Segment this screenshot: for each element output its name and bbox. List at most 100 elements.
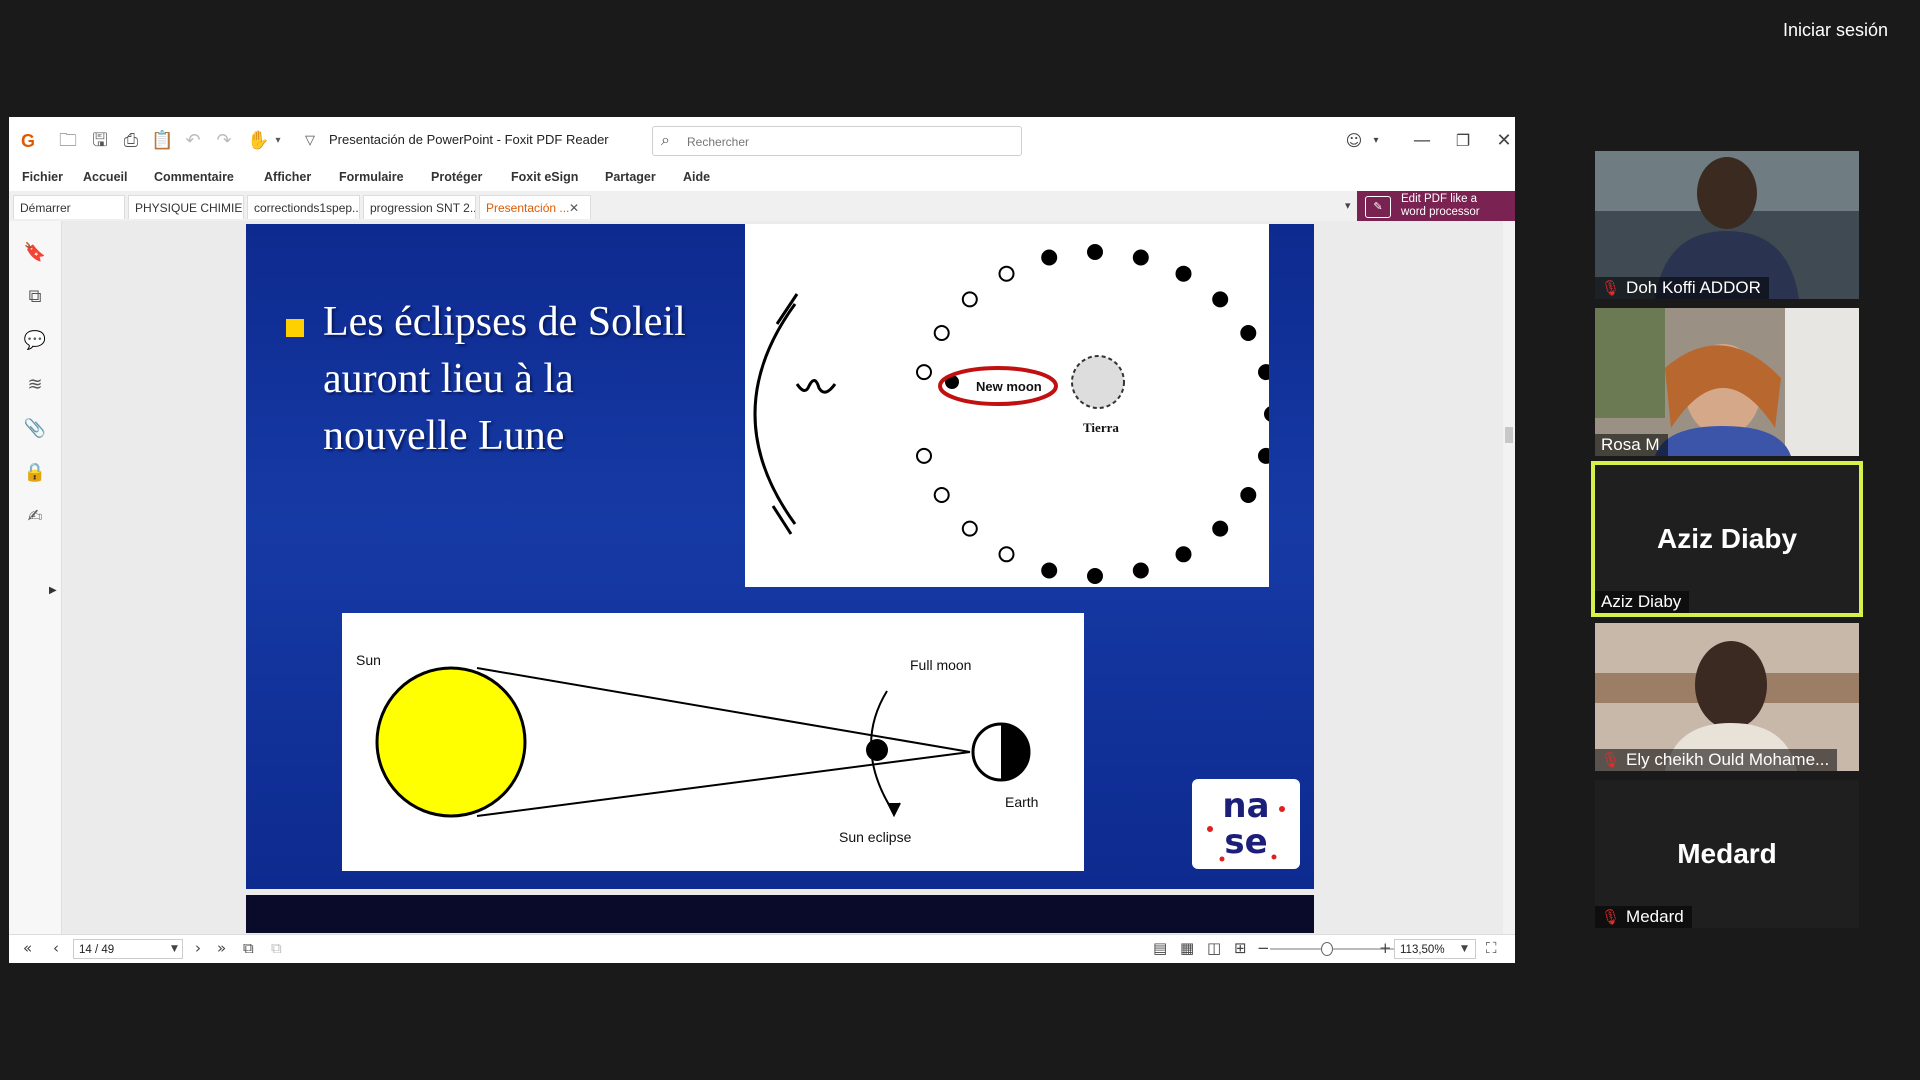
slide-bullet-text: Les éclipses de Soleil auront lieu à la … (323, 299, 686, 459)
moon-phase-dot (1175, 546, 1192, 563)
previous-page-icon[interactable]: ‹ (53, 939, 59, 957)
participant-tile-doh-koffi[interactable]: 🎙 Doh Koffi ADDOR (1595, 151, 1859, 299)
participant-tile-medard[interactable]: Medard 🎙 Medard (1595, 780, 1859, 928)
bullet-square (286, 319, 304, 337)
signature-icon[interactable]: ✍ (23, 505, 47, 529)
zoom-slider-knob[interactable] (1321, 942, 1333, 956)
comments-icon[interactable]: 💬 (23, 329, 47, 353)
nase-logo-svg: na se (1207, 786, 1285, 862)
open-folder-icon[interactable]: 🗀 (57, 130, 79, 152)
account-chevron-icon[interactable]: ▾ (1361, 127, 1391, 155)
undo-icon[interactable]: ↶ (182, 130, 204, 152)
sign-in-button[interactable]: Iniciar sesión (1773, 14, 1898, 47)
page-number-input[interactable]: 14 / 49 (73, 939, 183, 959)
paste-page-icon[interactable]: ⧉ (271, 939, 282, 957)
menu-aide[interactable]: Aide (683, 170, 710, 184)
edit-pdf-banner[interactable]: ✎ Edit PDF like a word processor (1357, 191, 1515, 221)
next-page-icon[interactable]: › (195, 939, 201, 957)
vertical-scrollbar[interactable] (1503, 221, 1515, 934)
participant-tile-aziz-active[interactable]: Aziz Diaby Aziz Diaby (1591, 461, 1863, 617)
restore-icon[interactable]: ❐ (1448, 127, 1478, 155)
tab-close-icon[interactable]: ✕ (569, 201, 579, 215)
zoom-out-icon[interactable]: − (1257, 939, 1270, 957)
tab-physique-chimie[interactable]: PHYSIQUE CHIMIE... (128, 195, 244, 219)
participant-tile-rosa[interactable]: Rosa M (1595, 308, 1859, 456)
menu-partager[interactable]: Partager (605, 170, 656, 184)
edit-pdf-text: Edit PDF like a word processor (1401, 193, 1511, 219)
page-dropdown-icon[interactable]: ▼ (171, 944, 178, 954)
expand-panel-icon[interactable]: ▶ (49, 585, 57, 596)
copy-page-icon[interactable]: ⧉ (243, 939, 254, 957)
menu-fichier[interactable]: Fichier (22, 170, 63, 184)
menu-proteger[interactable]: Protéger (431, 170, 482, 184)
chevron-down-icon[interactable]: ▾ (267, 130, 289, 152)
moon-phase-dot (1132, 249, 1149, 266)
moon-phase-dot (1087, 244, 1103, 260)
zoom-dropdown-icon[interactable]: ▼ (1461, 944, 1468, 954)
participant-name-label: Aziz Diaby (1595, 591, 1690, 613)
window-title: Presentación de PowerPoint - Foxit PDF R… (329, 132, 609, 147)
moon-phase-dot (1258, 447, 1274, 464)
save-icon[interactable]: 🖫 (89, 130, 111, 152)
moon-phase-dot (1240, 487, 1257, 503)
sun-shape (375, 666, 527, 818)
moon-phase-dot (1175, 265, 1192, 282)
earth-label-top: Tierra (1083, 420, 1119, 435)
menu-foxit-esign[interactable]: Foxit eSign (511, 170, 578, 184)
sun-label: Sun (356, 652, 381, 668)
participant-name: Ely cheikh Ould Mohame... (1626, 750, 1830, 769)
menu-accueil[interactable]: Accueil (83, 170, 127, 184)
search-box[interactable]: ⌕ (652, 126, 1022, 156)
moon-phases-svg: New moon Tierra (753, 244, 1280, 584)
pages-icon[interactable]: ⧉ (23, 285, 47, 309)
menu-afficher[interactable]: Afficher (264, 170, 311, 184)
minimize-icon[interactable]: — (1407, 127, 1437, 155)
moon-phase-dot (998, 265, 1015, 282)
moon-phase-dot (916, 364, 932, 381)
scrollbar-thumb[interactable] (1505, 427, 1513, 443)
facing-view-icon[interactable]: ◫ (1207, 939, 1221, 957)
tab-bar: Démarrer PHYSIQUE CHIMIE... correctionds… (9, 191, 1515, 222)
participant-name-label: 🎙 Ely cheikh Ould Mohame... (1595, 749, 1838, 771)
fullscreen-icon[interactable]: ⛶ (1486, 939, 1497, 957)
sun-eclipse-svg: Sun Full moon Earth Sun eclipse (356, 652, 1038, 845)
single-page-view-icon[interactable]: ▤ (1153, 939, 1167, 957)
attachment-icon[interactable]: 📎 (23, 417, 47, 441)
participant-name: Medard (1626, 907, 1684, 926)
menu-commentaire[interactable]: Commentaire (154, 170, 234, 184)
close-icon[interactable]: ✕ (1489, 127, 1519, 155)
participant-name-label: 🎙 Medard (1595, 906, 1692, 928)
customize-toolbar-icon[interactable]: ▽ (299, 130, 321, 152)
menu-formulaire[interactable]: Formulaire (339, 170, 404, 184)
tab-corrections[interactable]: correctionds1spep... (247, 195, 360, 219)
moon-phase-dot (1041, 249, 1058, 266)
clipboard-icon[interactable]: 📋 (151, 130, 173, 152)
moon-phase-dot (1258, 364, 1274, 381)
participant-name: Doh Koffi ADDOR (1626, 278, 1761, 297)
last-page-icon[interactable]: » (217, 939, 226, 957)
participant-name: Aziz Diaby (1601, 592, 1682, 611)
nase-logo-line1: na (1222, 786, 1269, 826)
edit-pdf-line2: word processor (1401, 206, 1480, 218)
status-bar: « ‹ 14 / 49 ▼ › » ⧉ ⧉ ▤ ▦ ◫ ⊞ − + 113,50… (9, 934, 1515, 963)
tab-progression[interactable]: progression SNT 2... (363, 195, 476, 219)
tab-list-chevron-icon[interactable]: ▾ (1345, 199, 1351, 212)
lock-icon[interactable]: 🔒 (23, 461, 47, 485)
moon-phases-diagram: New moon Tierra (745, 224, 1280, 587)
participant-name-label: 🎙 Doh Koffi ADDOR (1595, 277, 1769, 299)
zoom-in-icon[interactable]: + (1379, 939, 1392, 957)
layers-icon[interactable]: ≋ (23, 373, 47, 397)
continuous-view-icon[interactable]: ▦ (1180, 939, 1194, 957)
moon-phase-dot (1087, 568, 1103, 584)
slide-page: Les éclipses de Soleil auront lieu à la … (246, 224, 1314, 889)
bookmark-icon[interactable]: 🔖 (23, 241, 47, 265)
continuous-facing-view-icon[interactable]: ⊞ (1234, 939, 1247, 957)
print-icon[interactable]: ⎙ (120, 130, 142, 152)
first-page-icon[interactable]: « (23, 939, 32, 957)
moon-phase-dot (961, 520, 978, 537)
hand-tool-icon[interactable]: ✋ (247, 130, 269, 152)
search-input[interactable] (685, 131, 1009, 153)
tab-demarrer[interactable]: Démarrer (13, 195, 125, 219)
participant-tile-ely-cheikh[interactable]: 🎙 Ely cheikh Ould Mohame... (1595, 623, 1859, 771)
redo-icon[interactable]: ↷ (213, 130, 235, 152)
